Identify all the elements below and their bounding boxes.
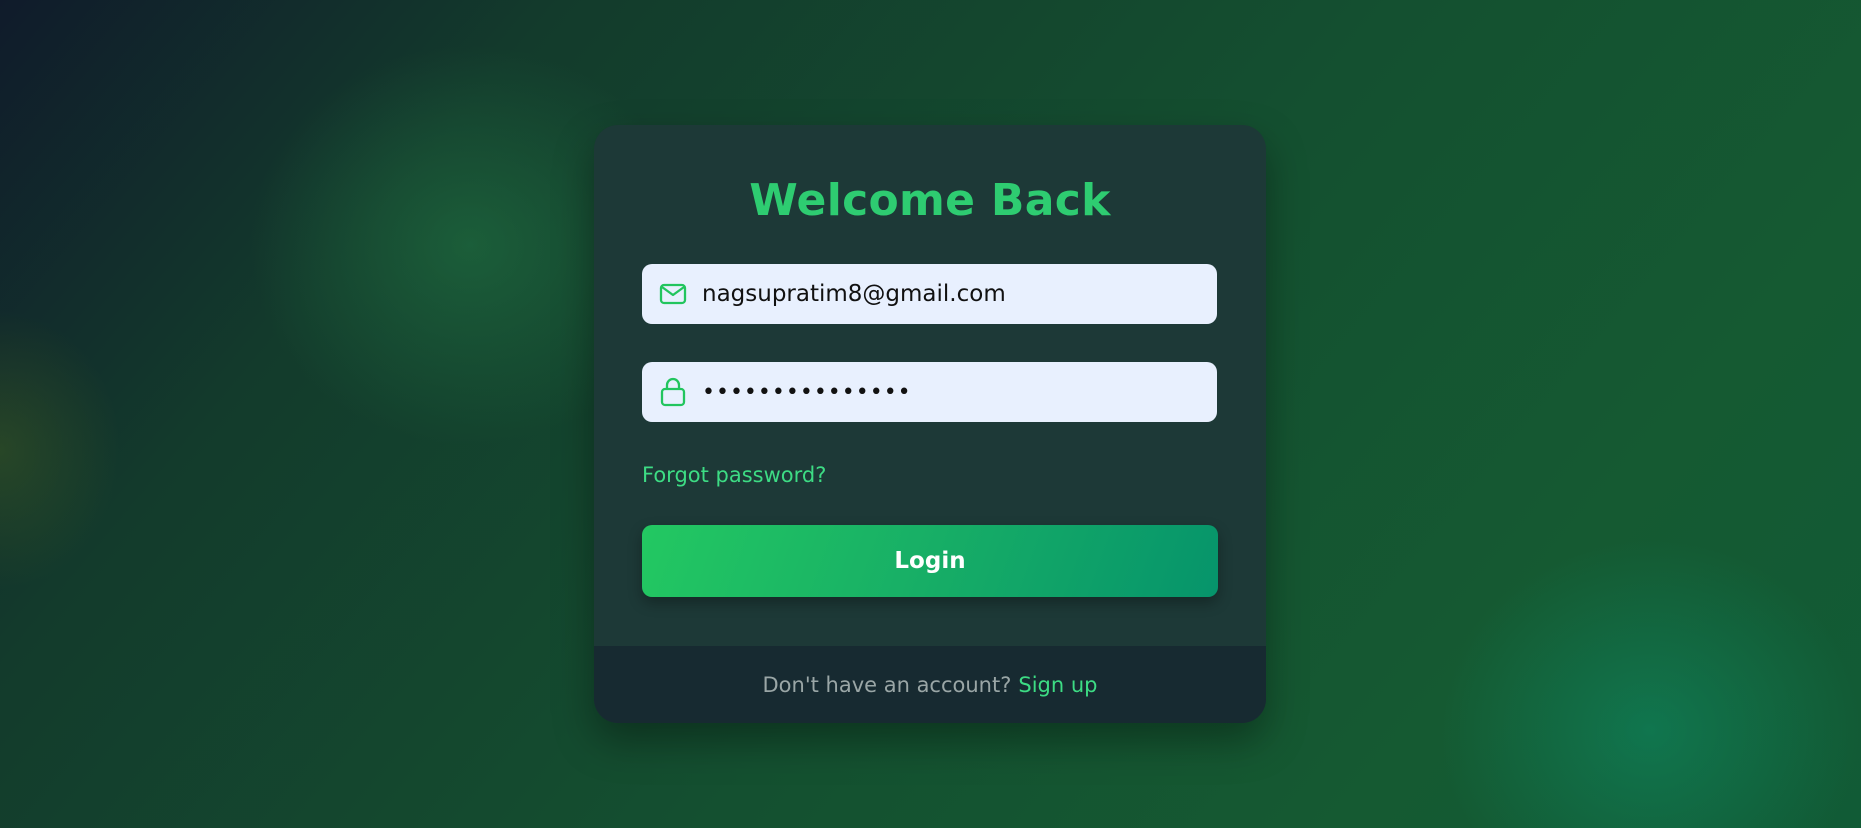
page-title: Welcome Back bbox=[749, 175, 1111, 226]
signup-link[interactable]: Sign up bbox=[1018, 673, 1097, 697]
password-field[interactable] bbox=[642, 362, 1217, 422]
lock-icon bbox=[659, 377, 687, 407]
forgot-password-link[interactable]: Forgot password? bbox=[642, 463, 826, 487]
mail-icon bbox=[659, 280, 687, 308]
login-card: Welcome Back Forgot password? Login Don'… bbox=[594, 125, 1266, 723]
signup-footer: Don't have an account? Sign up bbox=[594, 646, 1266, 723]
signup-prompt: Don't have an account? bbox=[762, 672, 1012, 697]
email-field[interactable] bbox=[642, 264, 1217, 324]
login-button[interactable]: Login bbox=[642, 525, 1218, 597]
password-input[interactable] bbox=[702, 379, 1202, 405]
email-input[interactable] bbox=[702, 281, 1202, 307]
